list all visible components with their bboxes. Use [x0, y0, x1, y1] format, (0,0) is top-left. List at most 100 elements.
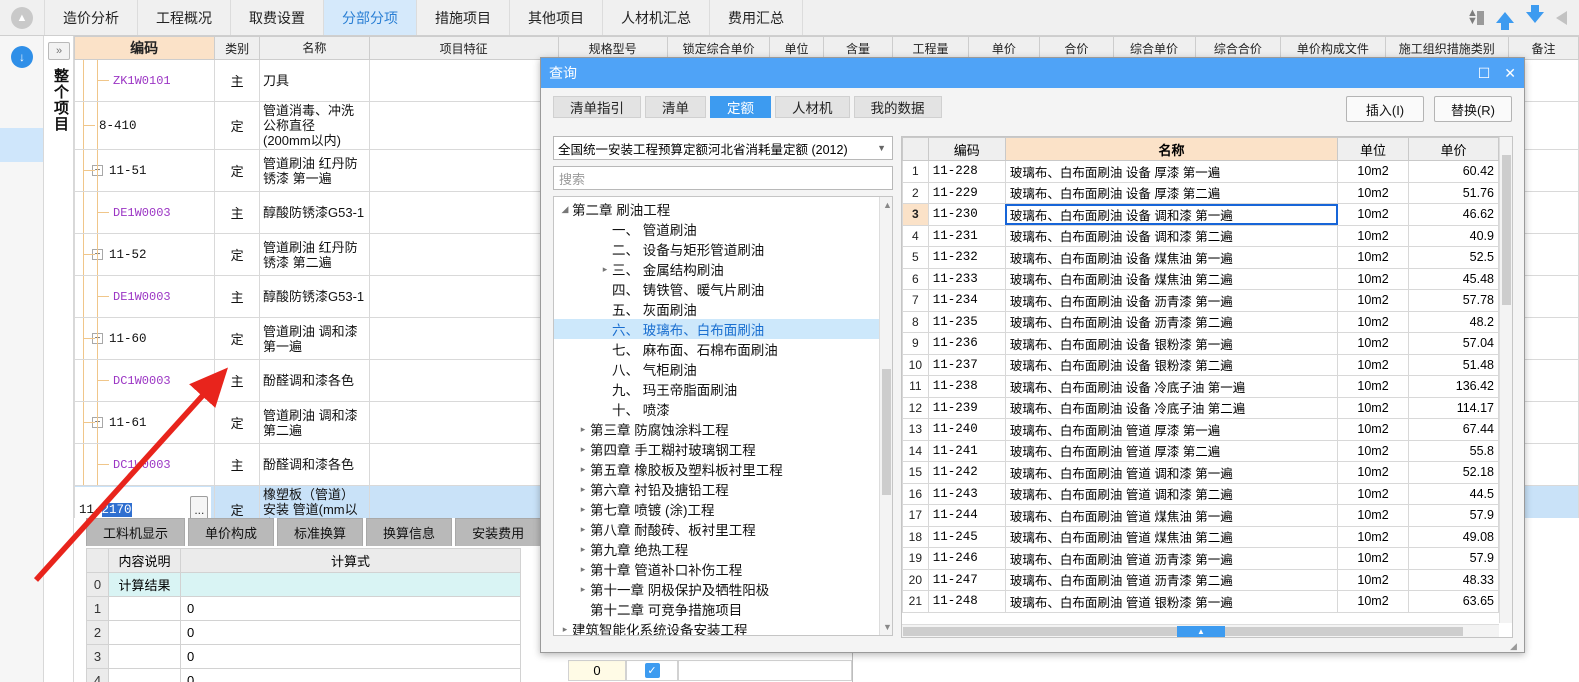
table-row[interactable]: 2 11-229 玻璃布、白布面刷油 设备 厚漆 第二遍 10m2 51.76	[902, 181, 1500, 204]
results-price-cell[interactable]: 57.78	[1407, 289, 1500, 312]
results-price-cell[interactable]: 51.48	[1407, 353, 1500, 376]
tree-node[interactable]: ▸ 第六章 衬铅及搪铅工程	[554, 479, 892, 499]
results-idx-cell[interactable]: 4	[902, 224, 929, 247]
results-unit-cell[interactable]: 10m2	[1337, 461, 1409, 484]
boq-cell[interactable]	[368, 191, 559, 234]
results-idx-cell[interactable]: 20	[902, 568, 929, 591]
table-row[interactable]: 10 11-237 玻璃布、白布面刷油 设备 银粉漆 第二遍 10m2 51.48	[902, 353, 1500, 376]
boq-name-cell[interactable]: 管道刷油 调和漆 第一遍	[259, 317, 370, 360]
dialog-titlebar[interactable]: 查询 ☐ ✕	[541, 58, 1524, 88]
results-idx-cell[interactable]: 7	[902, 289, 929, 312]
results-code-cell[interactable]: 11-228	[927, 160, 1006, 183]
results-price-cell[interactable]: 46.62	[1407, 203, 1500, 226]
expand-project-pane-button[interactable]: »	[48, 42, 70, 60]
results-price-cell[interactable]: 60.42	[1407, 160, 1500, 183]
table-row[interactable]: 7 11-234 玻璃布、白布面刷油 设备 沥青漆 第一遍 10m2 57.78	[902, 289, 1500, 312]
boq-code-cell[interactable]: −11-52	[74, 233, 216, 276]
tree-node[interactable]: ▸ 第三章 防腐蚀涂料工程	[554, 419, 892, 439]
results-code-cell[interactable]: 11-248	[927, 590, 1006, 613]
boq-kind-cell[interactable]: 主	[214, 443, 260, 486]
checkbox-checked-icon[interactable]: ✓	[644, 663, 660, 678]
results-unit-cell[interactable]: 10m2	[1337, 181, 1409, 204]
calc-col-header-2[interactable]: 计算式	[180, 548, 521, 573]
dialog-tab-4[interactable]: 我的数据	[853, 96, 942, 118]
boq-kind-cell[interactable]: 定	[214, 101, 260, 150]
boq-name-cell[interactable]: 醇酸防锈漆G53-1	[259, 275, 370, 318]
results-unit-cell[interactable]: 10m2	[1337, 590, 1409, 613]
calc-description-cell[interactable]	[108, 668, 181, 682]
dialog-tab-3[interactable]: 人材机	[775, 96, 850, 118]
results-price-cell[interactable]: 52.5	[1407, 246, 1500, 269]
table-row[interactable]: 3 11-230 玻璃布、白布面刷油 设备 调和漆 第一遍 10m2 46.62	[902, 203, 1500, 226]
results-unit-cell[interactable]: 10m2	[1337, 547, 1409, 570]
tree-node[interactable]: ▸ 建筑智能化系统设备安装工程	[554, 619, 892, 635]
results-unit-cell[interactable]: 10m2	[1337, 353, 1409, 376]
tree-node[interactable]: ▸ 第十章 管道补口补伤工程	[554, 559, 892, 579]
boq-name-cell[interactable]: 管道刷油 调和漆 第二遍	[259, 401, 370, 444]
calc-description-cell[interactable]	[108, 620, 181, 645]
chevron-right-icon[interactable]: ▸	[576, 504, 590, 515]
boq-cell[interactable]	[368, 485, 559, 518]
detail-tab-3[interactable]: 换算信息	[366, 518, 453, 546]
results-unit-cell[interactable]: 10m2	[1337, 504, 1409, 527]
boq-cell[interactable]	[368, 59, 559, 102]
results-name-cell[interactable]: 玻璃布、白布面刷油 管道 调和漆 第一遍	[1004, 461, 1339, 484]
table-row[interactable]: 18 11-245 玻璃布、白布面刷油 管道 煤焦油 第二遍 10m2 49.08	[902, 525, 1500, 548]
table-row[interactable]: 6 11-233 玻璃布、白布面刷油 设备 煤焦油 第二遍 10m2 45.48	[902, 267, 1500, 290]
boq-cell[interactable]	[368, 101, 559, 150]
results-col-header-2[interactable]: 名称	[1004, 137, 1339, 161]
boq-kind-cell[interactable]: 定	[214, 401, 260, 444]
boq-code-cell[interactable]: −11-60	[74, 317, 216, 360]
results-unit-cell[interactable]: 10m2	[1337, 224, 1409, 247]
tree-scrollbar[interactable]: ▲ ▼	[879, 197, 892, 635]
results-idx-cell[interactable]: 12	[902, 396, 929, 419]
results-col-header-1[interactable]: 编码	[927, 137, 1006, 161]
calc-description-cell[interactable]: 计算结果	[108, 572, 181, 597]
calc-expression-cell[interactable]: 0	[180, 596, 521, 621]
ribbon-tab-7[interactable]: 费用汇总	[710, 0, 803, 35]
results-unit-cell[interactable]: 10m2	[1337, 439, 1409, 462]
results-unit-cell[interactable]: 10m2	[1337, 375, 1409, 398]
results-name-cell[interactable]: 玻璃布、白布面刷油 设备 沥青漆 第一遍	[1004, 289, 1339, 312]
results-vertical-scrollbar[interactable]	[1499, 137, 1512, 623]
results-unit-cell[interactable]: 10m2	[1337, 310, 1409, 333]
chevron-right-icon[interactable]: ▸	[558, 624, 572, 635]
results-code-cell[interactable]: 11-234	[927, 289, 1006, 312]
results-code-cell[interactable]: 11-232	[927, 246, 1006, 269]
split-rows-icon[interactable]: ▲ ▼	[1466, 7, 1484, 27]
results-unit-cell[interactable]: 10m2	[1337, 267, 1409, 290]
chevron-right-icon[interactable]: ▸	[576, 484, 590, 495]
results-idx-cell[interactable]: 16	[902, 482, 929, 505]
results-idx-cell[interactable]: 14	[902, 439, 929, 462]
results-code-cell[interactable]: 11-238	[927, 375, 1006, 398]
results-code-cell[interactable]: 11-236	[927, 332, 1006, 355]
chevron-right-icon[interactable]: ▸	[576, 444, 590, 455]
results-name-cell[interactable]: 玻璃布、白布面刷油 管道 沥青漆 第一遍	[1004, 547, 1339, 570]
results-code-cell[interactable]: 11-241	[927, 439, 1006, 462]
results-name-cell[interactable]: 玻璃布、白布面刷油 设备 银粉漆 第一遍	[1004, 332, 1339, 355]
boq-code-cell[interactable]: DE1W0003	[74, 275, 216, 318]
results-price-cell[interactable]: 55.8	[1407, 439, 1500, 462]
results-price-cell[interactable]: 45.48	[1407, 267, 1500, 290]
ribbon-tab-1[interactable]: 工程概况	[138, 0, 231, 35]
results-name-cell[interactable]: 玻璃布、白布面刷油 设备 银粉漆 第二遍	[1004, 353, 1339, 376]
results-idx-cell[interactable]: 18	[902, 525, 929, 548]
calc-expression-cell[interactable]: 0	[180, 620, 521, 645]
results-code-cell[interactable]: 11-246	[927, 547, 1006, 570]
results-code-cell[interactable]: 11-230	[927, 203, 1006, 226]
boq-kind-cell[interactable]: 主	[214, 359, 260, 402]
results-code-cell[interactable]: 11-242	[927, 461, 1006, 484]
tree-node[interactable]: 五、 灰面刷油	[554, 299, 892, 319]
tree-node[interactable]: 九、 玛王帝脂面刷油	[554, 379, 892, 399]
boq-code-cell[interactable]: ZK1W0101	[74, 59, 216, 102]
detail-tab-4[interactable]: 安装费用	[455, 518, 542, 546]
results-unit-cell[interactable]: 10m2	[1337, 332, 1409, 355]
results-idx-cell[interactable]: 19	[902, 547, 929, 570]
results-code-cell[interactable]: 11-243	[927, 482, 1006, 505]
results-price-cell[interactable]: 57.9	[1407, 547, 1500, 570]
results-price-cell[interactable]: 48.33	[1407, 568, 1500, 591]
boq-code-cell[interactable]: DE1W0003	[74, 191, 216, 234]
insert-button[interactable]: 插入(I)	[1346, 96, 1424, 122]
results-code-cell[interactable]: 11-229	[927, 181, 1006, 204]
results-name-cell[interactable]: 玻璃布、白布面刷油 设备 调和漆 第二遍	[1004, 224, 1339, 247]
